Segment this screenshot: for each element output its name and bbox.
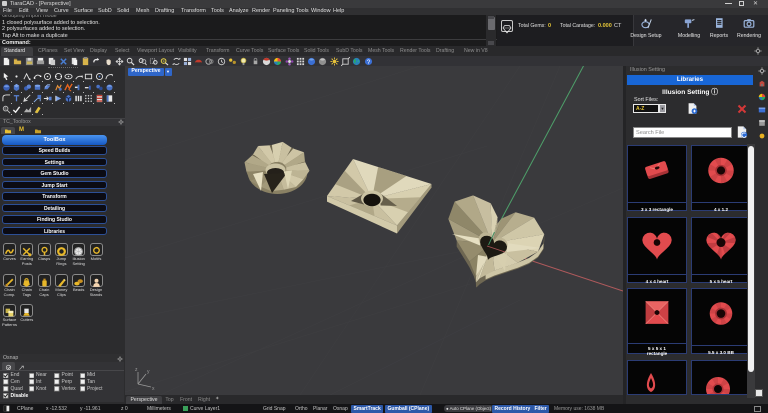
svg-text:y: y <box>147 369 150 375</box>
svg-text:S: S <box>4 106 6 110</box>
svg-text:?: ? <box>366 58 370 65</box>
svg-text:z: z <box>135 367 138 373</box>
svg-text:x: x <box>152 386 155 392</box>
